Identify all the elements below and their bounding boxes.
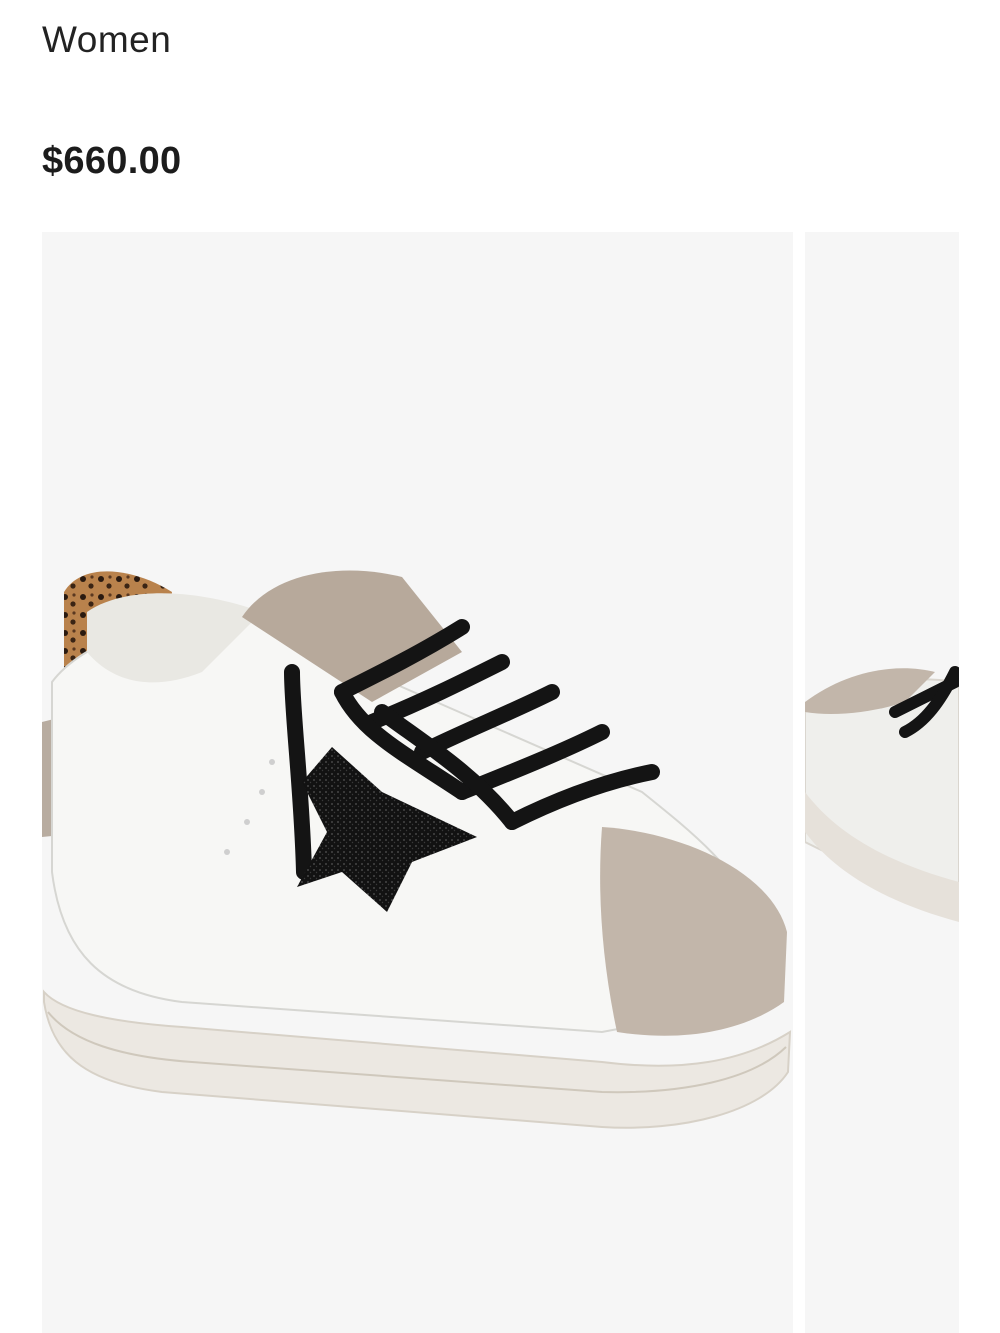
product-image-next[interactable] <box>805 232 959 1333</box>
product-image-main[interactable] <box>42 232 793 1333</box>
product-category: Women <box>42 19 172 60</box>
product-detail-page: Women $660.00 <box>0 0 1000 1333</box>
sneaker-partial-image <box>805 666 959 922</box>
product-price: $660.00 <box>42 140 182 182</box>
image-carousel[interactable] <box>42 232 1000 1333</box>
sneaker-image <box>42 570 792 1129</box>
